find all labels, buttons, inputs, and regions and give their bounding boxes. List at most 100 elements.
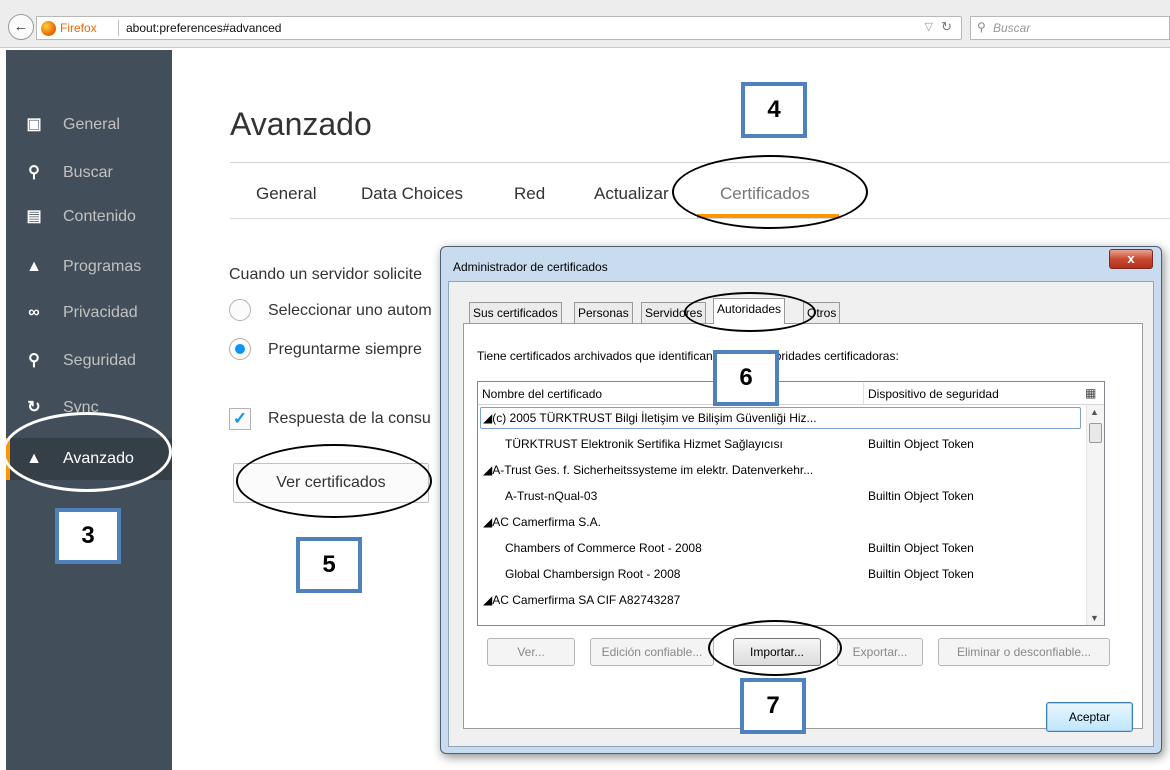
ocsp-checkbox-label[interactable]: Respuesta de la consu — [268, 410, 431, 428]
tree-row[interactable]: A-Trust-nQual-03 Builtin Object Token — [478, 483, 1085, 509]
column-picker-icon[interactable]: ▦ — [1085, 386, 1096, 400]
firefox-icon — [41, 21, 56, 36]
column-divider — [863, 383, 864, 404]
history-dropdown-icon[interactable]: ▽ — [925, 20, 933, 33]
sidebar-item-label: Privacidad — [63, 304, 138, 321]
ok-button[interactable]: Aceptar — [1046, 702, 1133, 732]
tree-row-name: ◢AC Camerfirma S.A. — [483, 515, 601, 529]
title-divider — [230, 162, 1170, 163]
sidebar-item-label: Buscar — [63, 164, 113, 181]
sidebar-item-sync[interactable]: ↻ Sync — [6, 387, 172, 429]
document-icon: ▤ — [26, 208, 42, 225]
certificate-tree[interactable]: Nombre del certificado Dispositivo de se… — [477, 381, 1105, 626]
screenshot: ← Firefox about:preferences#advanced ▽ ↻… — [0, 0, 1170, 770]
tree-row[interactable]: ◢AC Camerfirma S.A. — [478, 509, 1085, 535]
radio-ask-every-time[interactable] — [229, 338, 251, 360]
back-arrow-icon: ← — [13, 18, 29, 35]
reload-icon[interactable]: ↻ — [941, 19, 952, 35]
preferences-sidebar: ▣ General ⚲ Buscar ▤ Contenido ▲ Program… — [6, 50, 172, 770]
dialog-title: Administrador de certificados — [453, 260, 608, 274]
tree-row-name: ◢A-Trust Ges. f. Sicherheitssysteme im e… — [483, 463, 814, 477]
search-icon: ⚲ — [28, 164, 40, 181]
tab-general[interactable]: General — [256, 184, 316, 204]
step-box-4: 4 — [741, 82, 807, 138]
sidebar-item-seguridad[interactable]: ⚲ Seguridad — [6, 340, 172, 382]
close-button[interactable]: x — [1109, 249, 1153, 269]
back-button[interactable]: ← — [8, 14, 34, 40]
sidebar-item-avanzado[interactable]: ▲ Avanzado — [6, 438, 172, 480]
dialog-tab-authorities[interactable]: Autoridades — [713, 298, 786, 324]
view-certificates-button[interactable]: Ver certificados — [233, 463, 429, 503]
tabs-divider — [230, 218, 1170, 219]
sidebar-item-label: Seguridad — [63, 352, 136, 369]
sidebar-item-programas[interactable]: ▲ Programas — [6, 246, 172, 288]
column-header-name[interactable]: Nombre del certificado — [482, 387, 602, 401]
tree-row[interactable]: ◢A-Trust Ges. f. Sicherheitssysteme im e… — [478, 457, 1085, 483]
column-header-device[interactable]: Dispositivo de seguridad — [868, 387, 999, 401]
tree-row-device: Builtin Object Token — [868, 437, 974, 451]
dialog-tab-others[interactable]: Otros — [803, 302, 841, 323]
scroll-up-arrow-icon[interactable]: ▲ — [1090, 407, 1099, 417]
identity-label: Firefox — [60, 21, 97, 35]
tree-row[interactable]: ◢AC Camerfirma SA CIF A82743287 — [478, 587, 1085, 613]
scroll-down-arrow-icon[interactable]: ▼ — [1090, 613, 1099, 623]
url-bar[interactable]: Firefox about:preferences#advanced ▽ ↻ — [36, 16, 962, 40]
sidebar-item-label: Sync — [63, 399, 99, 416]
tree-row-device: Builtin Object Token — [868, 541, 974, 555]
edit-trust-button[interactable]: Edición confiable... — [590, 638, 714, 666]
delete-distrust-button[interactable]: Eliminar o desconfiable... — [938, 638, 1110, 666]
tree-row-name: Global Chambersign Root - 2008 — [505, 567, 681, 581]
lock-icon: ⚲ — [28, 352, 40, 369]
tree-row[interactable]: Chambers of Commerce Root - 2008 Builtin… — [478, 535, 1085, 561]
sidebar-item-buscar[interactable]: ⚲ Buscar — [6, 152, 172, 194]
export-button[interactable]: Exportar... — [837, 638, 923, 666]
dialog-tab-people[interactable]: Personas — [574, 302, 633, 323]
tree-row[interactable]: Global Chambersign Root - 2008 Builtin O… — [478, 561, 1085, 587]
tree-header: Nombre del certificado Dispositivo de se… — [478, 382, 1104, 405]
search-icon: ⚲ — [977, 20, 986, 34]
sidebar-item-label: Avanzado — [63, 450, 134, 467]
wizard-hat-icon: ▲ — [26, 450, 42, 467]
radio-auto-label[interactable]: Seleccionar uno autom — [268, 302, 432, 320]
step-box-6: 6 — [713, 350, 779, 406]
client-cert-prompt: Cuando un servidor solicite — [229, 266, 422, 283]
url-text[interactable]: about:preferences#advanced — [126, 21, 281, 35]
tree-row-name: TÜRKTRUST Elektronik Sertifika Hizmet Sa… — [505, 437, 783, 451]
search-bar[interactable]: ⚲ Buscar — [970, 16, 1170, 40]
tree-row-device: Builtin Object Token — [868, 567, 974, 581]
sidebar-item-label: Programas — [63, 258, 142, 275]
radio-ask-label[interactable]: Preguntarme siempre — [268, 341, 422, 359]
dialog-tab-servers[interactable]: Servidores — [641, 302, 707, 323]
tree-row-name: ◢AC Camerfirma SA CIF A82743287 — [483, 593, 681, 607]
browser-toolbar: ← Firefox about:preferences#advanced ▽ ↻… — [0, 0, 1170, 48]
tab-certificados[interactable]: Certificados — [720, 184, 810, 204]
rocket-icon: ▲ — [26, 258, 42, 275]
sidebar-item-label: Contenido — [63, 208, 136, 225]
view-button[interactable]: Ver... — [487, 638, 575, 666]
sync-icon: ↻ — [27, 399, 41, 416]
sidebar-item-privacidad[interactable]: ∞ Privacidad — [6, 292, 172, 334]
mask-icon: ∞ — [28, 304, 40, 321]
sidebar-item-general[interactable]: ▣ General — [6, 104, 172, 146]
tree-row[interactable]: ◢(c) 2005 TÜRKTRUST Bilgi İletişim ve Bi… — [478, 405, 1085, 431]
tab-red[interactable]: Red — [514, 184, 545, 204]
step-box-7: 7 — [740, 678, 806, 734]
dialog-tab-your-certificates[interactable]: Sus certificados — [469, 302, 562, 323]
radio-select-automatically[interactable] — [229, 299, 251, 321]
sidebar-item-label: General — [63, 116, 120, 133]
ocsp-checkbox[interactable]: ✓ — [229, 408, 251, 430]
import-button[interactable]: Importar... — [733, 638, 821, 666]
url-separator — [118, 20, 119, 36]
sidebar-item-contenido[interactable]: ▤ Contenido — [6, 196, 172, 238]
tree-scrollbar[interactable]: ▲ ▼ — [1086, 405, 1104, 625]
step-box-3: 3 — [55, 508, 121, 564]
tree-row[interactable]: TÜRKTRUST Elektronik Sertifika Hizmet Sa… — [478, 431, 1085, 457]
scroll-thumb[interactable] — [1089, 423, 1102, 443]
page-title: Avanzado — [230, 106, 372, 142]
tab-actualizar[interactable]: Actualizar — [594, 184, 669, 204]
tree-row-device: Builtin Object Token — [868, 489, 974, 503]
tree-row-name: ◢(c) 2005 TÜRKTRUST Bilgi İletişim ve Bi… — [483, 411, 817, 425]
tab-data-choices[interactable]: Data Choices — [361, 184, 463, 204]
tree-row-name: A-Trust-nQual-03 — [505, 489, 598, 503]
general-icon: ▣ — [26, 116, 42, 133]
